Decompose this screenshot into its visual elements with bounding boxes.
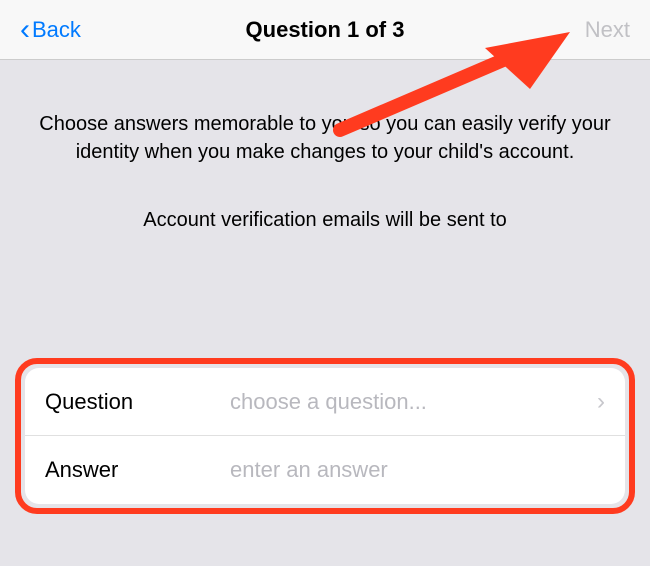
- page-title: Question 1 of 3: [246, 17, 405, 43]
- navigation-bar: ‹ Back Question 1 of 3 Next: [0, 0, 650, 60]
- question-placeholder: choose a question...: [230, 389, 587, 415]
- form-highlight-box: Question choose a question... › Answer e…: [15, 358, 635, 514]
- next-button[interactable]: Next: [585, 17, 630, 43]
- back-button[interactable]: ‹ Back: [20, 15, 81, 45]
- answer-row[interactable]: Answer enter an answer: [25, 436, 625, 504]
- answer-placeholder: enter an answer: [230, 457, 605, 483]
- verification-text: Account verification emails will be sent…: [30, 206, 620, 234]
- chevron-left-icon: ‹: [20, 15, 30, 45]
- security-question-form: Question choose a question... › Answer e…: [25, 368, 625, 504]
- chevron-right-icon: ›: [597, 388, 605, 416]
- question-row[interactable]: Question choose a question... ›: [25, 368, 625, 436]
- instruction-text: Choose answers memorable to you so you c…: [30, 110, 620, 166]
- question-label: Question: [45, 389, 230, 415]
- content-area: Choose answers memorable to you so you c…: [0, 60, 650, 234]
- answer-label: Answer: [45, 457, 230, 483]
- back-label: Back: [32, 17, 81, 43]
